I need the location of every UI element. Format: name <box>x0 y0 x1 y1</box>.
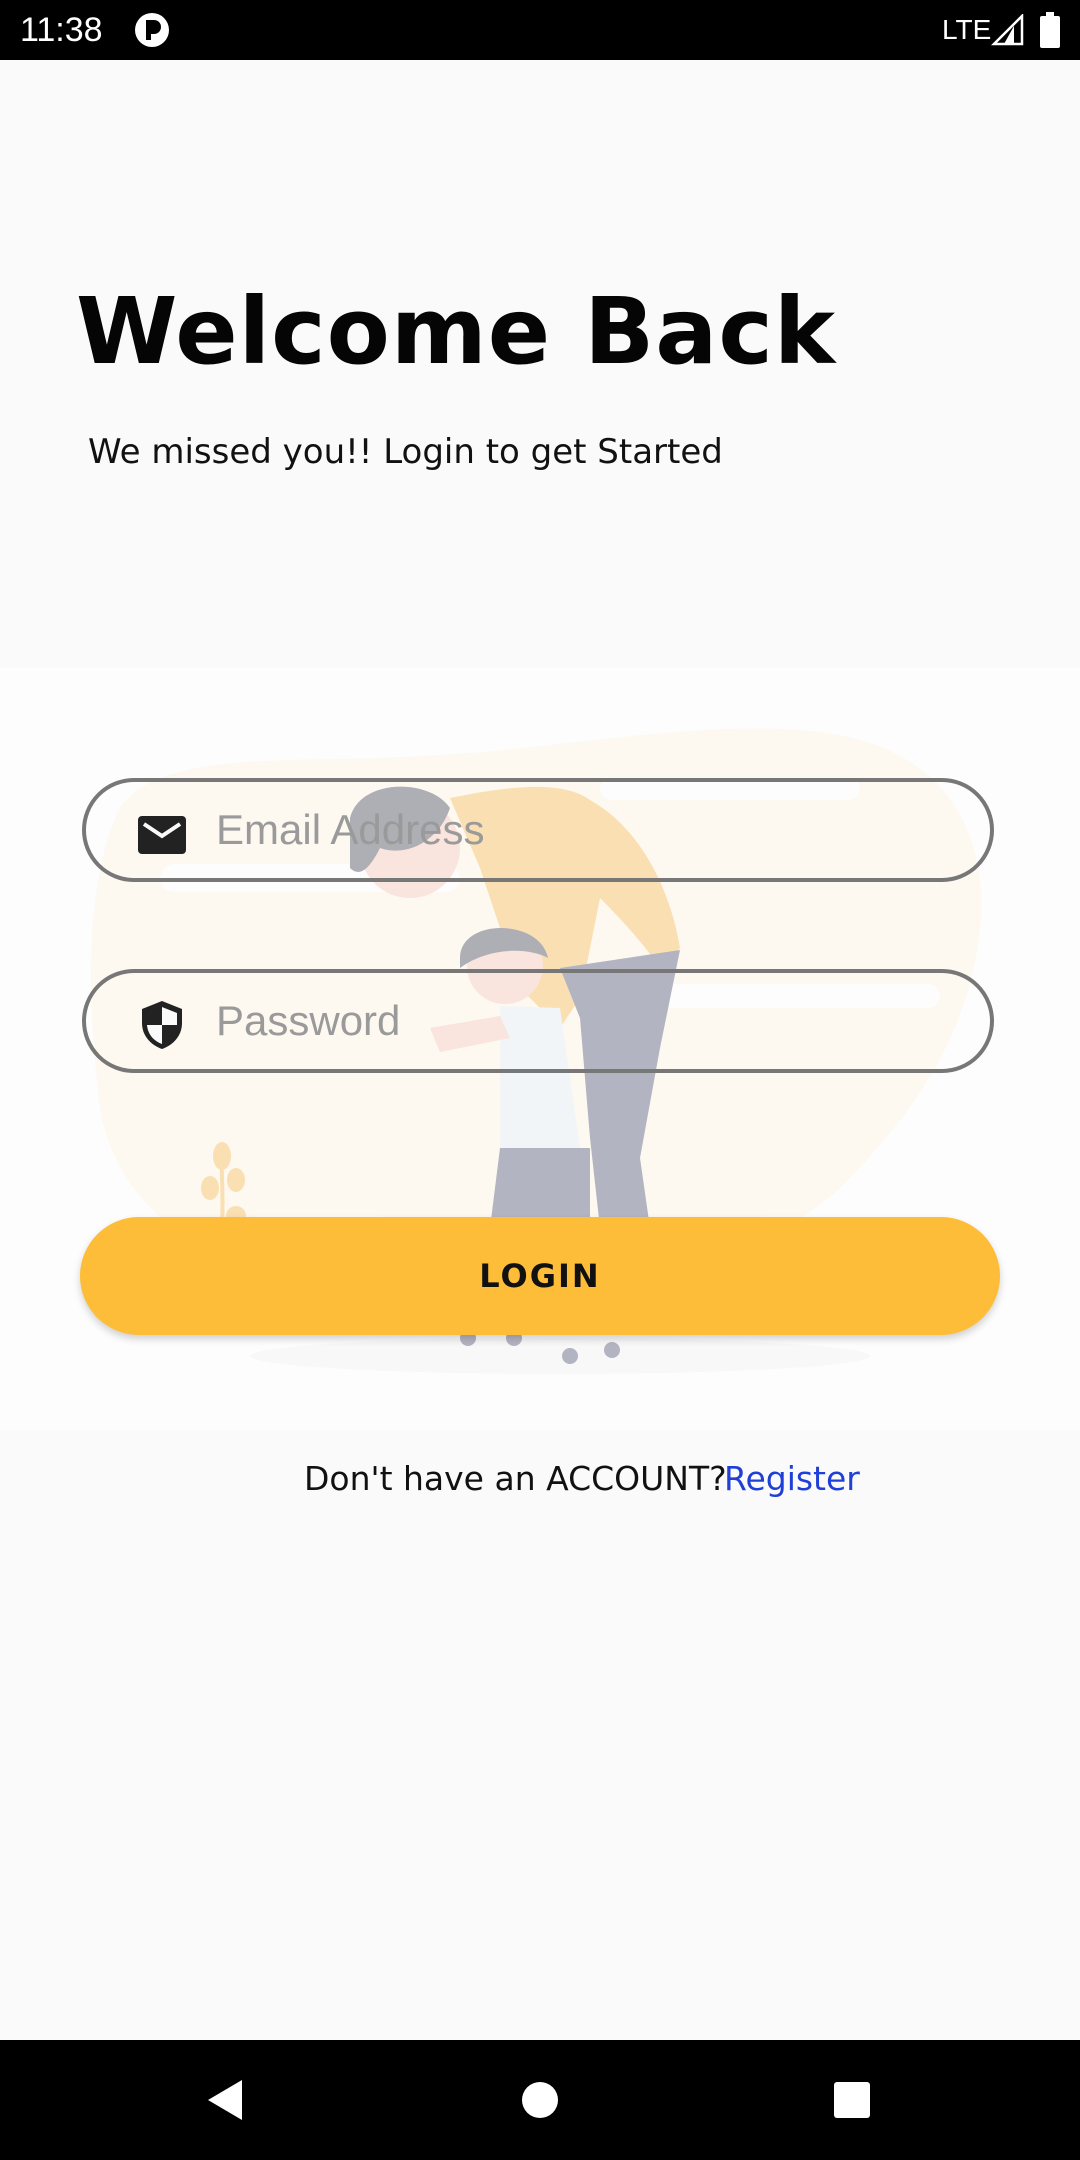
mail-icon <box>138 816 186 854</box>
register-link[interactable]: Register <box>724 1454 860 1504</box>
status-bar: 11:38 LTE <box>0 0 1080 60</box>
password-field[interactable] <box>82 969 994 1073</box>
login-button[interactable]: LOGIN <box>80 1217 1000 1335</box>
back-triangle-icon[interactable] <box>196 2070 256 2130</box>
register-row: Don't have an ACCOUNT? Register <box>0 1454 1080 1506</box>
password-input[interactable] <box>216 987 956 1055</box>
page-title: Welcome Back <box>76 278 837 385</box>
circle-p-icon <box>135 13 169 47</box>
home-circle-icon[interactable] <box>510 2070 570 2130</box>
recents-square-icon[interactable] <box>822 2070 882 2130</box>
shield-icon <box>142 1001 182 1049</box>
status-time: 11:38 <box>20 11 103 49</box>
email-field[interactable] <box>82 778 994 882</box>
network-type: LTE <box>942 14 992 45</box>
register-prompt: Don't have an ACCOUNT? <box>304 1459 727 1498</box>
signal-icon <box>990 14 1024 46</box>
page-subtitle: We missed you!! Login to get Started <box>88 432 723 472</box>
email-input[interactable] <box>216 796 956 864</box>
navigation-bar <box>0 2040 1080 2160</box>
battery-icon <box>1040 12 1060 48</box>
